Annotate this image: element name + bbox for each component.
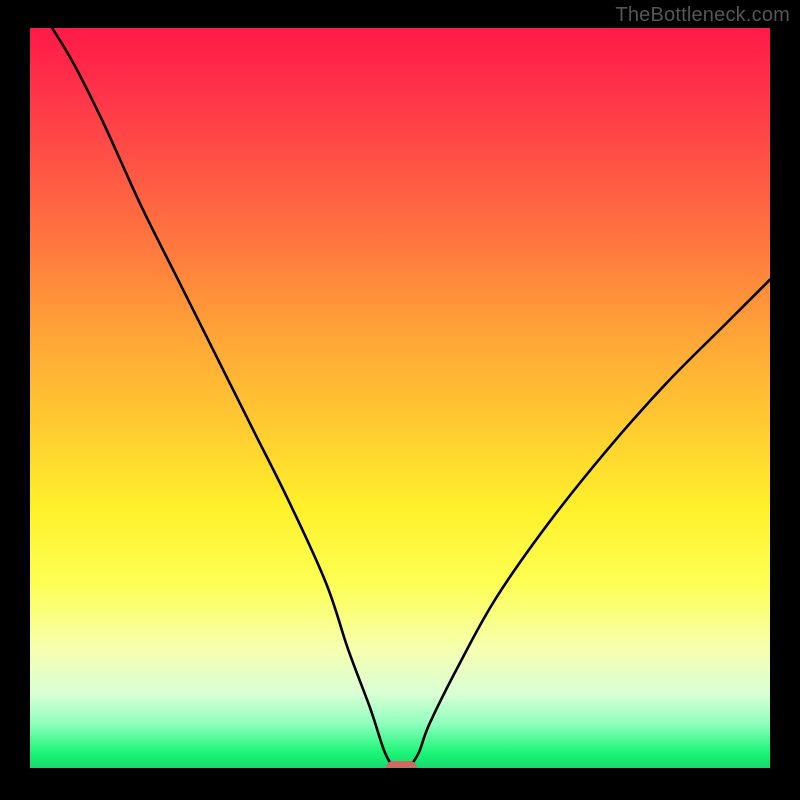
curve-path — [52, 28, 770, 768]
watermark-text: TheBottleneck.com — [615, 4, 790, 27]
chart-frame: TheBottleneck.com — [0, 0, 800, 800]
bottleneck-curve — [30, 28, 770, 768]
optimal-marker — [386, 761, 417, 768]
plot-area — [30, 28, 770, 768]
